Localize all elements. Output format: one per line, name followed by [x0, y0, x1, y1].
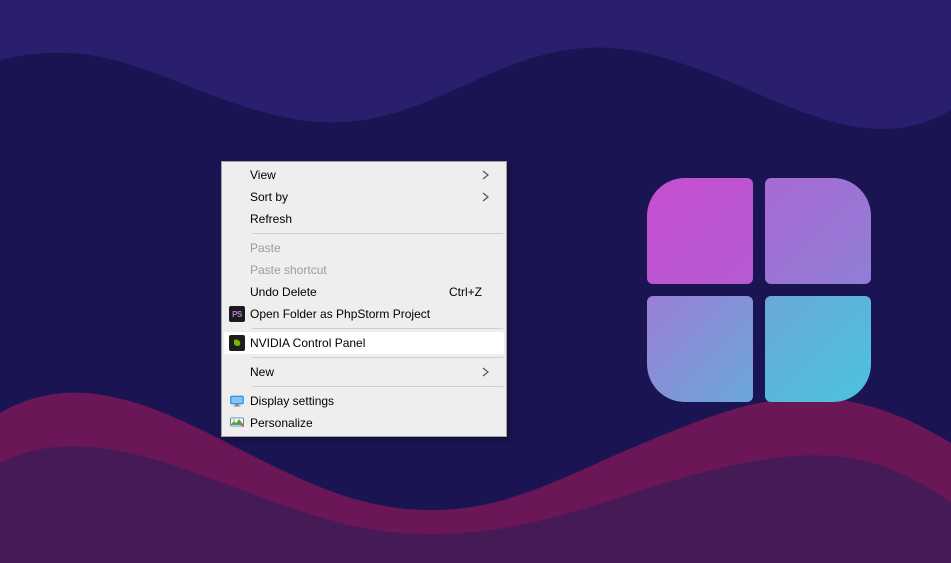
menu-item-label: Sort by: [250, 190, 482, 204]
menu-item-shortcut: Ctrl+Z: [449, 285, 482, 299]
menu-item-nvidia[interactable]: NVIDIA Control Panel: [224, 332, 504, 354]
nvidia-icon: [224, 335, 250, 351]
menu-item-label: NVIDIA Control Panel: [250, 336, 482, 350]
menu-item-display-settings[interactable]: Display settings: [224, 390, 504, 412]
menu-item-undo-delete[interactable]: Undo Delete Ctrl+Z: [224, 281, 504, 303]
menu-item-label: Open Folder as PhpStorm Project: [250, 307, 482, 321]
menu-item-label: Display settings: [250, 394, 482, 408]
chevron-right-icon: [482, 367, 496, 377]
windows-logo: [647, 178, 871, 402]
menu-item-sort-by[interactable]: Sort by: [224, 186, 504, 208]
menu-item-phpstorm[interactable]: PS Open Folder as PhpStorm Project: [224, 303, 504, 325]
menu-separator: [252, 386, 503, 387]
chevron-right-icon: [482, 192, 496, 202]
menu-item-view[interactable]: View: [224, 164, 504, 186]
desktop-context-menu: View Sort by Refresh Paste Paste short: [221, 161, 507, 437]
menu-item-paste-shortcut: Paste shortcut: [224, 259, 504, 281]
menu-item-paste: Paste: [224, 237, 504, 259]
menu-item-label: View: [250, 168, 482, 182]
menu-item-label: Paste: [250, 241, 482, 255]
menu-separator: [252, 357, 503, 358]
menu-item-refresh[interactable]: Refresh: [224, 208, 504, 230]
menu-separator: [252, 233, 503, 234]
desktop[interactable]: View Sort by Refresh Paste Paste short: [0, 0, 951, 563]
personalize-icon: [224, 415, 250, 431]
menu-item-label: New: [250, 365, 482, 379]
phpstorm-icon: PS: [224, 306, 250, 322]
menu-separator: [252, 328, 503, 329]
menu-item-label: Refresh: [250, 212, 482, 226]
menu-item-label: Undo Delete: [250, 285, 439, 299]
menu-item-label: Paste shortcut: [250, 263, 482, 277]
menu-item-personalize[interactable]: Personalize: [224, 412, 504, 434]
menu-item-new[interactable]: New: [224, 361, 504, 383]
menu-item-label: Personalize: [250, 416, 482, 430]
display-icon: [224, 393, 250, 409]
chevron-right-icon: [482, 170, 496, 180]
